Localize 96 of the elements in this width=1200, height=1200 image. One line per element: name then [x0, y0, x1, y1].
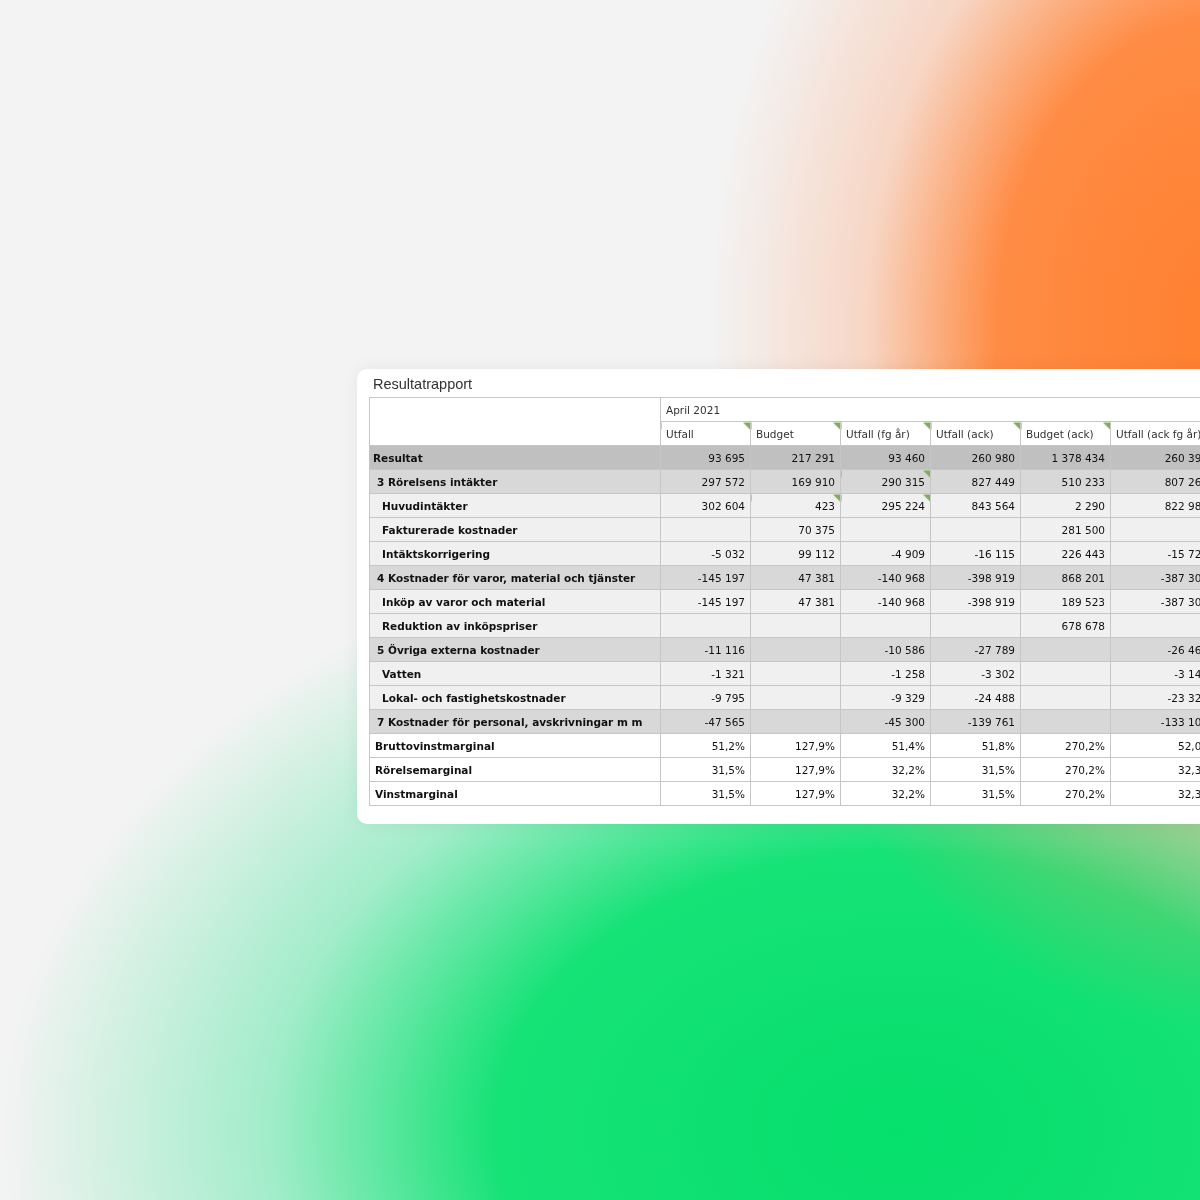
table-cell: -45 300: [840, 709, 931, 734]
table-cell: -133 10: [1110, 709, 1200, 734]
table-cell: 51,4%: [840, 733, 931, 758]
table-cell: 226 443: [1020, 541, 1111, 566]
table-cell: 290 315: [840, 469, 931, 494]
table-cell: 297 572: [660, 469, 751, 494]
row-label: 5 Övriga externa kostnader: [369, 637, 661, 662]
table-cell: -10 586: [840, 637, 931, 662]
column-header: Utfall: [660, 421, 751, 446]
table-cell: -140 968: [840, 565, 931, 590]
table-cell: -9 795: [660, 685, 751, 710]
table-cell: 281 500: [1020, 517, 1111, 542]
table-cell: -5 032: [660, 541, 751, 566]
row-label: Inköp av varor och material: [369, 589, 661, 614]
table-cell: 260 39: [1110, 445, 1200, 470]
column-header: Utfall (fg år): [840, 421, 931, 446]
table-cell: 47 381: [750, 589, 841, 614]
table-cell: 93 695: [660, 445, 751, 470]
row-label: Vinstmarginal: [369, 781, 661, 806]
row-label: Rörelsemarginal: [369, 757, 661, 782]
table-cell: 51,8%: [930, 733, 1021, 758]
table-cell: 270,2%: [1020, 757, 1111, 782]
period-header: April 2021: [660, 397, 1200, 422]
table-cell: -47 565: [660, 709, 751, 734]
table-cell: -4 909: [840, 541, 931, 566]
row-label: Vatten: [369, 661, 661, 686]
table-cell: -398 919: [930, 565, 1021, 590]
column-header: Budget: [750, 421, 841, 446]
table-cell: 2 290: [1020, 493, 1111, 518]
table-cell: 295 224: [840, 493, 931, 518]
row-label: Huvudintäkter: [369, 493, 661, 518]
table-cell: 47 381: [750, 565, 841, 590]
table-cell: 827 449: [930, 469, 1021, 494]
table-cell: 32,2%: [840, 757, 931, 782]
table-cell: 70 375: [750, 517, 841, 542]
column-header: Utfall (ack fg år): [1110, 421, 1200, 446]
table-cell: -3 302: [930, 661, 1021, 686]
table-cell: 189 523: [1020, 589, 1111, 614]
report-title: Resultatrapport: [372, 375, 474, 394]
table-cell: 423: [750, 493, 841, 518]
table-cell: 127,9%: [750, 781, 841, 806]
column-header: Budget (ack): [1020, 421, 1111, 446]
row-label: Lokal- och fastighetskostnader: [369, 685, 661, 710]
table-cell: 270,2%: [1020, 733, 1111, 758]
table-cell: -15 72: [1110, 541, 1200, 566]
table-cell: -387 30: [1110, 565, 1200, 590]
table-cell: 93 460: [840, 445, 931, 470]
table-cell: 217 291: [750, 445, 841, 470]
table-cell: 127,9%: [750, 757, 841, 782]
table-cell: 52,0: [1110, 733, 1200, 758]
table-cell: 127,9%: [750, 733, 841, 758]
table-cell: -139 761: [930, 709, 1021, 734]
table-cell: 843 564: [930, 493, 1021, 518]
table-cell: -1 258: [840, 661, 931, 686]
table-cell: -140 968: [840, 589, 931, 614]
table-cell: -23 32: [1110, 685, 1200, 710]
table-cell: -16 115: [930, 541, 1021, 566]
table-cell: 169 910: [750, 469, 841, 494]
table-cell: 270,2%: [1020, 781, 1111, 806]
table-cell: 302 604: [660, 493, 751, 518]
row-label: Reduktion av inköpspriser: [369, 613, 661, 638]
row-label: Resultat: [369, 445, 661, 470]
table-cell: 32,3: [1110, 757, 1200, 782]
table-cell: 32,2%: [840, 781, 931, 806]
table-cell: 31,5%: [660, 757, 751, 782]
table-cell: 32,3: [1110, 781, 1200, 806]
table-cell: -387 30: [1110, 589, 1200, 614]
table-cell: 510 233: [1020, 469, 1111, 494]
row-label: Intäktskorrigering: [369, 541, 661, 566]
row-label: Fakturerade kostnader: [369, 517, 661, 542]
row-label: 3 Rörelsens intäkter: [369, 469, 661, 494]
table-cell: -145 197: [660, 565, 751, 590]
table-cell: 868 201: [1020, 565, 1111, 590]
table-cell: 31,5%: [930, 757, 1021, 782]
row-label: Bruttovinstmarginal: [369, 733, 661, 758]
table-cell: 1 378 434: [1020, 445, 1111, 470]
table-cell: -1 321: [660, 661, 751, 686]
table-cell: -145 197: [660, 589, 751, 614]
table-cell: 31,5%: [660, 781, 751, 806]
table-cell: 99 112: [750, 541, 841, 566]
table-cell: -9 329: [840, 685, 931, 710]
table-cell: -11 116: [660, 637, 751, 662]
table-cell: -3 14: [1110, 661, 1200, 686]
row-label: 4 Kostnader för varor, material och tjänster: [369, 565, 661, 590]
table-cell: -27 789: [930, 637, 1021, 662]
table-cell: 822 98: [1110, 493, 1200, 518]
row-label: 7 Kostnader för personal, avskrivningar m m: [369, 709, 661, 734]
table-cell: -398 919: [930, 589, 1021, 614]
table-cell: 807 26: [1110, 469, 1200, 494]
table-cell: 51,2%: [660, 733, 751, 758]
column-header: Utfall (ack): [930, 421, 1021, 446]
table-cell: -24 488: [930, 685, 1021, 710]
table-cell: -26 46: [1110, 637, 1200, 662]
table-cell: 678 678: [1020, 613, 1111, 638]
table-cell: 260 980: [930, 445, 1021, 470]
table-cell: 31,5%: [930, 781, 1021, 806]
